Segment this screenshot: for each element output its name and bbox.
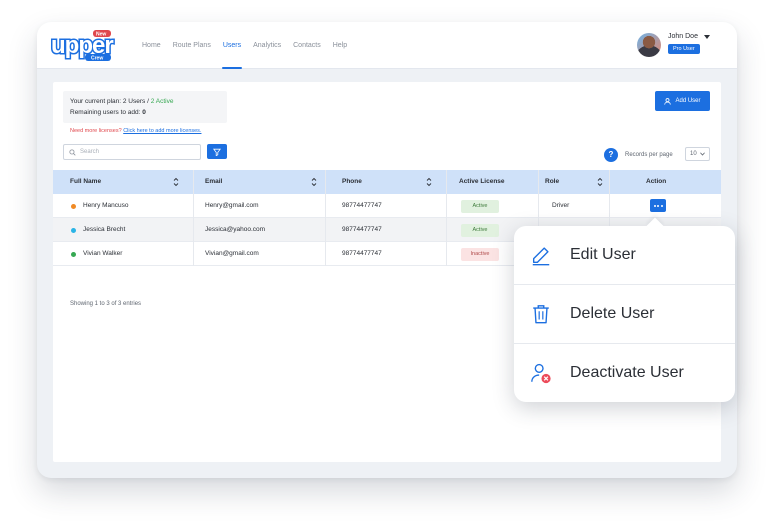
row-role: Driver	[552, 202, 570, 209]
pro-user-badge: Pro User	[668, 44, 700, 54]
plan-prefix: Your current plan:	[70, 98, 123, 105]
pencil-icon	[532, 247, 550, 266]
row-name: Jessica Brecht	[83, 226, 126, 233]
nav-item-home[interactable]: Home	[142, 22, 161, 69]
remaining-label: Remaining users to add:	[70, 109, 143, 116]
entries-summary: Showing 1 to 3 of 3 entries	[70, 301, 142, 307]
menu-label: Edit User	[570, 246, 636, 263]
records-per-page-value: 10	[690, 151, 697, 157]
upper-crew-logo[interactable]: upper New Crew	[49, 28, 119, 62]
menu-item-edit-user[interactable]: Edit User	[514, 226, 735, 284]
search-icon	[69, 148, 76, 156]
menu-item-deactivate-user[interactable]: Deactivate User	[514, 343, 735, 401]
column-divider	[193, 170, 194, 266]
user-remove-icon	[531, 363, 551, 383]
plan-line: Your current plan: 2 Users / 2 Active	[70, 96, 220, 107]
remaining-line: Remaining users to add: 0	[70, 107, 220, 118]
status-dot	[71, 228, 76, 233]
header-full-name[interactable]: Full Name	[70, 170, 101, 194]
row-name: Henry Mancuso	[83, 202, 129, 209]
top-navigation-bar: upper New Crew Home Route Plans Users An…	[37, 22, 737, 69]
row-email: Henry@gmail.com	[205, 202, 259, 209]
filter-button[interactable]	[207, 144, 227, 159]
menu-label: Deactivate User	[570, 363, 684, 381]
logo-subtitle: Crew	[91, 56, 103, 62]
avatar[interactable]	[637, 33, 661, 57]
column-divider	[446, 170, 447, 266]
row-name: Vivian Walker	[83, 250, 123, 257]
row-email: Vivian@gmail.com	[205, 250, 259, 257]
row-actions-button[interactable]	[650, 199, 666, 212]
trash-icon	[533, 304, 549, 323]
help-icon[interactable]: ?	[604, 148, 618, 162]
menu-item-delete-user[interactable]: Delete User	[514, 284, 735, 342]
search-field[interactable]: Search	[63, 144, 201, 160]
search-input[interactable]: Search	[80, 149, 99, 155]
row-phone: 98774477747	[342, 250, 382, 257]
records-per-page-select[interactable]: 10	[685, 147, 710, 161]
sort-icon[interactable]	[173, 177, 179, 187]
column-divider	[325, 170, 326, 266]
nav-item-help[interactable]: Help	[333, 22, 347, 69]
row-email: Jessica@yahoo.com	[205, 226, 266, 233]
row-phone: 98774477747	[342, 226, 382, 233]
license-badge: Active	[461, 224, 499, 237]
nav-item-users[interactable]: Users	[221, 22, 243, 69]
table-row[interactable]: Henry Mancuso Henry@gmail.com 9877447774…	[53, 194, 721, 218]
header-action: Action	[646, 178, 667, 185]
header-active-license[interactable]: Active License	[459, 170, 505, 194]
chevron-down-icon	[699, 152, 705, 156]
add-user-button[interactable]: Add User	[655, 91, 710, 111]
add-user-label: Add User	[675, 98, 701, 104]
filter-icon	[213, 148, 221, 156]
user-icon	[664, 97, 672, 105]
main-nav: Home Route Plans Users Analytics Contact…	[142, 22, 359, 69]
licenses-notice: Need more licenses? Click here to add mo…	[70, 128, 201, 134]
chevron-down-icon[interactable]	[704, 35, 710, 39]
plan-active: 2 Active	[150, 98, 174, 105]
row-phone: 98774477747	[342, 202, 382, 209]
nav-item-analytics[interactable]: Analytics	[253, 22, 281, 69]
user-name[interactable]: John Doe	[668, 33, 698, 40]
row-action-menu: Edit User Delete User Deactivate User	[514, 226, 735, 402]
header-role[interactable]: Role	[545, 170, 559, 194]
nav-item-route-plans[interactable]: Route Plans	[173, 22, 211, 69]
sort-icon[interactable]	[597, 177, 603, 187]
sort-icon[interactable]	[311, 177, 317, 187]
menu-label: Delete User	[570, 304, 655, 322]
licenses-prompt: Need more licenses?	[70, 128, 122, 134]
logo-badge: New	[96, 32, 106, 38]
status-dot	[71, 204, 76, 209]
plan-users: 2 Users	[122, 98, 146, 105]
remaining-value: 0	[142, 109, 146, 116]
license-badge: Inactive	[461, 248, 499, 261]
sort-icon[interactable]	[426, 177, 432, 187]
records-per-page-label: Records per page	[625, 152, 673, 158]
license-badge: Active	[461, 200, 499, 213]
table-header: Full Name Email Phone Active License Rol…	[53, 170, 721, 194]
add-licenses-link[interactable]: Click here to add more licenses.	[123, 128, 201, 134]
plan-summary: Your current plan: 2 Users / 2 Active Re…	[63, 91, 227, 123]
status-dot	[71, 252, 76, 257]
header-email[interactable]: Email	[205, 170, 222, 194]
nav-item-contacts[interactable]: Contacts	[293, 22, 321, 69]
header-phone[interactable]: Phone	[342, 170, 362, 194]
